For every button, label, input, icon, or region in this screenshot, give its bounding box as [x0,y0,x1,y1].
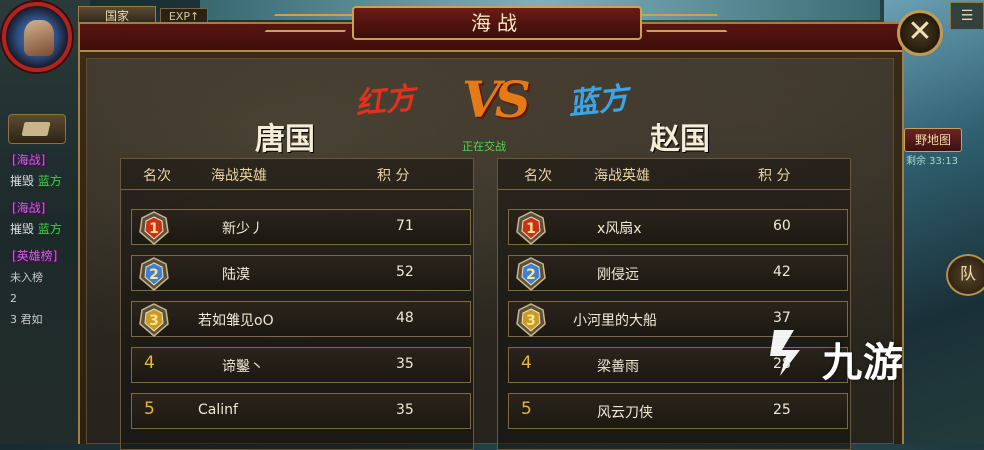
menu-icon[interactable]: ☰ [950,2,984,30]
rank-2-badge-icon: 2 [516,257,546,291]
title-ornament-right [636,14,728,32]
window-title: 海战 [352,6,642,40]
col-hero: 海战英雄 [211,168,267,184]
side-chat-log: [海战] 摧毁 蓝方 [海战] 摧毁 蓝方 [英雄榜] 未入榜 2 3 君如 [10,150,76,330]
col-score: 积 分 [377,168,410,184]
badge-number: 2 [149,267,159,283]
hero-score: 71 [396,218,414,234]
hero-name: 谛鑿丶 [222,359,264,375]
log-entry: [海战] [10,198,76,219]
team-button[interactable]: 队 [946,254,984,296]
close-icon[interactable]: ✕ [897,10,943,56]
col-rank: 名次 [524,168,552,184]
hero-name: 陆漠 [222,267,250,283]
avatar-portrait [24,20,54,56]
log-entry: [海战] [10,150,76,171]
rank-2-badge-icon: 2 [139,257,169,291]
log-text: 摧毁 [10,174,35,188]
log-green: 蓝方 [37,222,62,236]
rank-number: 5 [521,399,532,419]
blue-rank-table: 名次 海战英雄 积 分 1 x风扇x 60 2 刚侵远 42 3 小河里的大船 37 4 梁善雨 28… [497,158,851,450]
hero-score: 35 [396,402,414,418]
rank-row[interactable]: 4 谛鑿丶 35 [131,347,471,383]
hero-name: 小河里的大船 [573,313,657,329]
log-green: 蓝方 [37,174,62,188]
scroll-icon[interactable] [8,114,66,144]
jiuyou-logo-icon [770,330,800,376]
rank-row[interactable]: 2 陆漠 52 [131,255,471,291]
badge-number: 1 [149,221,159,237]
table-header: 名次 海战英雄 积 分 [121,159,473,190]
hero-name: 刚侵远 [597,267,639,283]
rank-3-badge-icon: 3 [139,303,169,337]
side-small-line: 3 君如 [10,313,43,326]
col-hero: 海战英雄 [594,168,650,184]
hero-score: 48 [396,310,414,326]
log-entry: 摧毁 蓝方 [10,219,76,240]
rank-row[interactable]: 2 刚侵远 42 [508,255,848,291]
hero-name: 梁善雨 [597,359,639,375]
badge-number: 1 [526,221,536,237]
hero-score: 60 [773,218,791,234]
rank-number: 4 [144,353,155,373]
rank-row[interactable]: 5 风云刀侠 25 [508,393,848,429]
badge-number: 2 [526,267,536,283]
hero-score: 52 [396,264,414,280]
title-ornament-left [264,14,356,32]
log-entry: [英雄榜] [10,246,76,267]
table-header: 名次 海战英雄 积 分 [498,159,850,190]
rank-row[interactable]: 1 x风扇x 60 [508,209,848,245]
rank-1-badge-icon: 1 [139,211,169,245]
hero-name: x风扇x [597,221,642,237]
col-score: 积 分 [758,168,791,184]
player-avatar[interactable] [2,2,72,72]
hero-name: 若如雏见oO [198,313,274,329]
map-button[interactable]: 野地图 [904,128,962,152]
log-tag: [海战] [10,153,48,167]
battle-status: 正在交战 [462,140,506,153]
rank-row[interactable]: 5 Calinf 35 [131,393,471,429]
rank-row[interactable]: 1 新少丿 71 [131,209,471,245]
hero-score: 42 [773,264,791,280]
badge-number: 3 [526,313,536,329]
log-tag: [海战] [10,201,48,215]
hero-name: 风云刀侠 [597,405,653,421]
right-nation-name: 赵国 [650,122,710,157]
badge-number: 3 [149,313,159,329]
log-tag: [英雄榜] [10,249,60,263]
watermark-text: 九游 [822,340,904,386]
hero-name: 新少丿 [222,221,264,237]
rank-row[interactable]: 3 若如雏见oO 48 [131,301,471,337]
hero-score: 35 [396,356,414,372]
hero-score: 25 [773,402,791,418]
blue-side-label: 蓝方 [566,80,631,123]
col-rank: 名次 [143,168,171,184]
log-entry: 摧毁 蓝方 [10,171,76,192]
map-timer: 剩余 33:13 [906,156,958,167]
red-side-label: 红方 [353,80,418,123]
rank-number: 4 [521,353,532,373]
red-rank-table: 名次 海战英雄 积 分 1 新少丿 71 2 陆漠 52 3 若如雏见oO 48 4 谛鑿丶 35 5 C… [120,158,474,450]
left-nation-name: 唐国 [255,122,315,157]
rank-1-badge-icon: 1 [516,211,546,245]
side-small-line: 2 [10,292,17,305]
hero-name: Calinf [198,402,238,418]
rank-3-badge-icon: 3 [516,303,546,337]
vs-label: VS [462,70,531,129]
rank-number: 5 [144,399,155,419]
log-text: 摧毁 [10,222,35,236]
side-small-line: 未入榜 [10,271,43,284]
